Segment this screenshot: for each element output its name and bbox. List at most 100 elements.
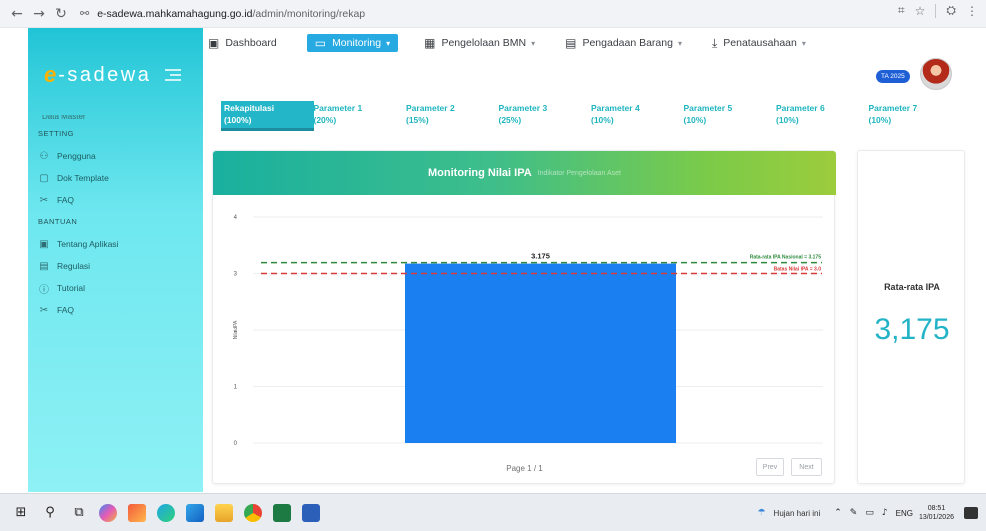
sidebar-item-label: Regulasi — [57, 261, 91, 271]
tab-weight: (10%) — [683, 115, 707, 125]
translate-icon[interactable]: ⌗ — [898, 3, 905, 18]
sidebar-item-label: FAQ — [57, 305, 75, 315]
nav-label: Dashboard — [225, 37, 277, 49]
file-explorer-icon[interactable] — [215, 503, 233, 522]
excel-icon[interactable] — [273, 503, 291, 522]
url-path: /admin/monitoring/rekap — [252, 7, 366, 20]
notification-icon[interactable] — [964, 507, 978, 519]
download-icon: ⤓ — [711, 35, 718, 50]
nav-pengelolaan-bmn[interactable]: ▦ Pengelolaan BMN ▾ — [424, 36, 535, 50]
nav-pengadaan-barang[interactable]: ▤ Pengadaan Barang ▾ — [565, 36, 682, 50]
address-bar[interactable]: ⚯ e-sadewa.mahkamahagung.go.id/admin/mon… — [80, 7, 365, 20]
sidebar-section-setting: SETTING — [38, 129, 75, 138]
tab-parameter-6[interactable]: Parameter 6 (10%) — [776, 101, 869, 131]
sidebar: e -sadewa Data Master SETTING ⚇ Pengguna… — [28, 28, 203, 492]
fiscal-year-badge[interactable]: TA 2025 — [876, 70, 910, 83]
tab-name: Parameter 1 — [313, 103, 363, 113]
back-icon[interactable]: ← — [6, 3, 28, 25]
clipboard-icon: ▤ — [565, 36, 577, 50]
y-tick-label: 4 — [234, 215, 238, 221]
bar — [405, 263, 676, 443]
sidebar-item-dok-template[interactable]: ▢ Dok Template — [28, 167, 203, 189]
chart-title: Monitoring Nilai IPA — [428, 167, 532, 179]
ipa-bar-chart: 01234Nilai IPA3.175 Rata-rata IPA Nasiona… — [233, 215, 823, 447]
tab-name: Parameter 5 — [683, 103, 733, 113]
avatar[interactable] — [920, 58, 952, 90]
chevron-down-icon: ▾ — [677, 38, 682, 48]
browser-actions: ⌗ ☆ ⛭ ⋮ — [898, 3, 978, 18]
dashboard-icon: ▣ — [208, 36, 220, 50]
task-view-icon[interactable]: ⧉ — [70, 504, 88, 522]
menu-kebab-icon[interactable]: ⋮ — [966, 4, 978, 18]
clock[interactable]: 08:51 13/01/2026 — [919, 504, 954, 522]
sidebar-item-label: Tutorial — [57, 283, 86, 293]
bookmark-star-icon[interactable]: ☆ — [915, 4, 926, 18]
forward-icon[interactable]: → — [28, 3, 50, 25]
tab-weight: (10%) — [868, 115, 892, 125]
search-icon[interactable]: ⚲ — [41, 504, 59, 522]
volume-icon[interactable]: ♪ — [882, 508, 888, 518]
clock-time: 08:51 — [927, 505, 946, 512]
tab-parameter-4[interactable]: Parameter 4 (10%) — [591, 101, 684, 131]
sidebar-item-faq-bantuan[interactable]: ✂ FAQ — [28, 299, 203, 321]
profile-icon[interactable]: ⛭ — [946, 3, 956, 18]
bar-value-label: 3.175 — [531, 252, 550, 261]
monitor-icon: ▭ — [314, 36, 327, 50]
y-tick-label: 3 — [234, 272, 238, 278]
top-nav: ▣ Dashboard ▭ Monitoring ▾ ▦ Pengelolaan… — [208, 32, 836, 54]
chart-subtitle: Indikator Pengelolaan Aset — [537, 169, 621, 177]
reference-line-label: Rata-rata IPA Nasional = 3.175 — [750, 255, 822, 261]
copilot-icon[interactable] — [99, 503, 117, 522]
users-icon: ⚇ — [39, 150, 49, 162]
sidebar-item-tutorial[interactable]: ⓘ Tutorial — [28, 277, 203, 299]
nav-label: Pengelolaan BMN — [441, 37, 527, 49]
chevron-up-icon[interactable]: ⌃ — [834, 508, 842, 518]
tab-parameter-3[interactable]: Parameter 3 (25%) — [499, 101, 592, 131]
site-settings-icon[interactable]: ⚯ — [80, 7, 89, 20]
sidebar-cut-item: Data Master — [42, 115, 86, 121]
stat-card: Rata-rata IPA 3,175 — [857, 150, 965, 484]
hamburger-menu-icon[interactable] — [165, 66, 182, 84]
word-icon[interactable] — [302, 503, 320, 522]
tab-weight: (20%) — [313, 115, 337, 125]
nav-penatausahaan[interactable]: ⤓ Penatausahaan ▾ — [712, 36, 806, 51]
language-indicator[interactable]: ENG — [896, 509, 913, 518]
windows-start-icon[interactable]: ⊞ — [12, 504, 30, 522]
sidebar-item-faq[interactable]: ✂ FAQ — [28, 189, 203, 211]
nav-dashboard[interactable]: ▣ Dashboard — [208, 36, 277, 50]
tools-icon: ✂ — [39, 304, 49, 316]
network-icon[interactable]: ▭ — [865, 508, 874, 518]
next-button[interactable]: Next — [791, 458, 822, 476]
nav-label: Monitoring — [332, 37, 382, 49]
tab-weight: (25%) — [498, 115, 522, 125]
reference-line-label: Batas Nilai IPA = 3.0 — [774, 267, 822, 273]
browser-toolbar: ← → ↻ ⚯ e-sadewa.mahkamahagung.go.id/adm… — [0, 0, 986, 28]
prev-button[interactable]: Prev — [756, 458, 784, 476]
nav-label: Pengadaan Barang — [582, 37, 673, 49]
tab-rekapitulasi[interactable]: Rekapitulasi (100%) — [221, 101, 314, 131]
pen-icon[interactable]: ✎ — [850, 508, 858, 518]
tab-parameter-5[interactable]: Parameter 5 (10%) — [684, 101, 777, 131]
store-icon[interactable] — [128, 503, 146, 522]
tab-parameter-1[interactable]: Parameter 1 (20%) — [314, 101, 407, 131]
nav-monitoring[interactable]: ▭ Monitoring ▾ — [306, 34, 399, 52]
tab-parameter-2[interactable]: Parameter 2 (15%) — [406, 101, 499, 131]
tab-weight: (100%) — [224, 115, 252, 125]
brand-logo[interactable]: e -sadewa — [44, 62, 182, 88]
tab-parameter-7[interactable]: Parameter 7 (10%) — [869, 101, 962, 131]
reload-icon[interactable]: ↻ — [50, 3, 72, 25]
sidebar-item-pengguna[interactable]: ⚇ Pengguna — [28, 145, 203, 167]
brand-e: e — [44, 62, 57, 87]
parameter-tabs: Rekapitulasi (100%) Parameter 1 (20%) Para… — [221, 101, 961, 131]
photos-icon[interactable] — [186, 503, 204, 522]
sidebar-item-tentang-aplikasi[interactable]: ▣ Tentang Aplikasi — [28, 233, 203, 255]
weather-text[interactable]: Hujan hari ini — [774, 509, 821, 518]
sidebar-item-regulasi[interactable]: ▤ Regulasi — [28, 255, 203, 277]
os-taskbar: ⊞ ⚲ ⧉ ☂ Hujan hari ini ⌃ ✎ ▭ ♪ ENG 08:51… — [0, 493, 986, 531]
regulation-icon: ▤ — [39, 260, 49, 272]
building-icon: ▦ — [424, 36, 436, 50]
edge-icon[interactable] — [157, 503, 175, 522]
weather-icon: ☂ — [757, 508, 766, 518]
chrome-icon[interactable] — [244, 503, 262, 522]
brand-name: -sadewa — [58, 63, 152, 86]
